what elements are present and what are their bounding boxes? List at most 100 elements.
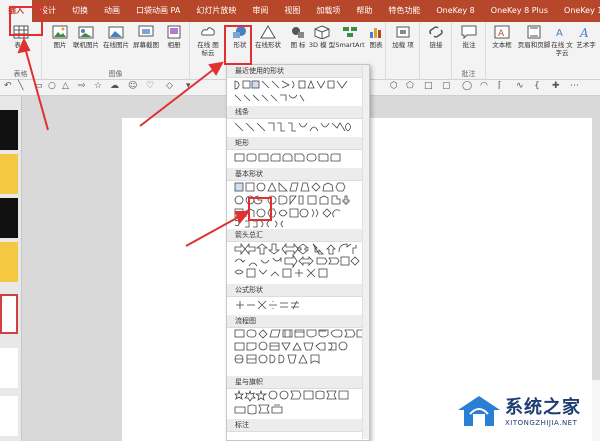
tab-view[interactable]: 视图 xyxy=(276,0,308,22)
cloud-icon[interactable]: ☁ xyxy=(110,81,119,91)
tab-pocket-animation[interactable]: 口袋动画 PA xyxy=(128,0,188,22)
addins-icon xyxy=(396,26,410,38)
flowchart-icon[interactable] xyxy=(233,328,364,376)
online-picture-button[interactable]: 联机图片 xyxy=(72,25,100,49)
chart-icon xyxy=(370,28,381,38)
section-callouts: 标注 xyxy=(227,419,369,432)
smile-icon[interactable]: ☺ xyxy=(128,81,137,91)
tab-help[interactable]: 帮助 xyxy=(348,0,380,22)
slide-thumbnail[interactable] xyxy=(0,154,18,194)
highlight-insert-tab xyxy=(9,6,43,36)
group-links: 链接 xyxy=(420,22,452,80)
bracket-icon[interactable]: ⌈ xyxy=(498,81,502,91)
undo-icon[interactable]: ↶ xyxy=(4,81,12,91)
slide-thumbnail[interactable] xyxy=(0,396,18,436)
arrow-icon[interactable]: ⇨ xyxy=(78,81,86,91)
online-shapes-button-label: 在线形状 xyxy=(255,41,281,49)
lines-icon[interactable] xyxy=(233,119,363,137)
online-picture2-button[interactable]: 在线图片 xyxy=(102,25,130,49)
pentagon-icon[interactable]: ⬠ xyxy=(406,81,414,91)
wordart-button-label: 艺术字 xyxy=(576,41,596,49)
tab-onekey8[interactable]: OneKey 8 xyxy=(428,0,482,22)
screenshot-button[interactable]: 屏幕截图 xyxy=(132,25,160,49)
online-icons-icon xyxy=(201,27,215,36)
equation-shapes-icon[interactable] xyxy=(233,297,363,315)
slide-thumbnail[interactable] xyxy=(0,198,18,238)
rounded-rect-icon[interactable]: ▢ xyxy=(442,81,451,91)
online-picture-icon xyxy=(78,26,94,39)
brace-icon[interactable]: { xyxy=(534,81,540,91)
more-icon[interactable]: ⋯ xyxy=(570,81,579,91)
group-text: A 文本框 页眉和页脚 A 在线 文字云 A 艺术字 xyxy=(486,22,600,80)
shape-line-icon[interactable]: ╲ xyxy=(18,81,23,91)
arc-icon[interactable]: ◠ xyxy=(480,81,488,91)
online-text-button-label: 在线 文字云 xyxy=(551,41,573,57)
header-footer-button-label: 页眉和页脚 xyxy=(517,41,551,49)
textbox-button[interactable]: A 文本框 xyxy=(488,25,516,49)
cube-icon xyxy=(314,25,330,39)
header-footer-button[interactable]: 页眉和页脚 xyxy=(516,25,552,49)
smartart-icon xyxy=(343,27,357,37)
online-icons-button[interactable]: 在线 图标云 xyxy=(194,25,222,57)
link-button[interactable]: 链接 xyxy=(422,25,450,49)
star-icon[interactable]: ☆ xyxy=(94,81,102,91)
comment-icon xyxy=(461,25,477,39)
square-icon[interactable]: □ xyxy=(424,81,433,91)
textbox-button-label: 文本框 xyxy=(492,41,512,49)
online-picture2-button-label: 在线图片 xyxy=(103,41,129,49)
tab-review[interactable]: 审阅 xyxy=(244,0,276,22)
stars-banners-icon[interactable] xyxy=(233,389,363,419)
shapes-panel-scrollbar[interactable] xyxy=(362,66,369,439)
addins-button[interactable]: 加载 项 xyxy=(389,25,417,49)
dropdown-icon[interactable]: ▾ xyxy=(186,81,191,91)
3d-model-button[interactable]: 3D 模 型 xyxy=(308,25,336,49)
tab-slideshow[interactable]: 幻灯片放映 xyxy=(188,0,244,22)
hexagon-icon[interactable]: ⬡ xyxy=(390,81,398,91)
section-stars-banners: 星与旗帜 xyxy=(227,376,369,389)
wordart-button[interactable]: A 艺术字 xyxy=(572,25,600,49)
slide-thumbnail[interactable] xyxy=(0,348,18,388)
section-recent-shapes: 最近使用的形状 xyxy=(227,65,369,78)
online-picture2-icon xyxy=(108,26,124,39)
text-cloud-icon: A xyxy=(556,28,563,39)
rectangles-icon[interactable] xyxy=(233,150,363,168)
highlight-shapes-button xyxy=(224,25,252,65)
stars-banners-row xyxy=(227,389,369,419)
watermark-brand: 系统之家 xyxy=(505,397,581,418)
link-icon xyxy=(429,26,443,38)
tab-onekey10[interactable]: OneKey 10 xyxy=(556,0,600,22)
textbox-icon: A xyxy=(494,25,510,39)
picture-button[interactable]: 图片 xyxy=(46,25,74,49)
recent-shapes-icon[interactable] xyxy=(233,78,363,106)
plus-icon[interactable]: ✚ xyxy=(552,81,560,91)
tab-animations[interactable]: 动画 xyxy=(96,0,128,22)
curve-icon[interactable]: ∿ xyxy=(516,81,524,91)
rect-icon[interactable]: ▭ xyxy=(34,81,43,91)
slide-thumbnail[interactable] xyxy=(0,110,18,150)
slide-thumbnail[interactable] xyxy=(0,242,18,282)
tab-onekey8plus[interactable]: OneKey 8 Plus xyxy=(483,0,556,22)
slide-thumbnail-selected[interactable] xyxy=(0,294,18,334)
ellipse-icon[interactable]: ◯ xyxy=(462,81,472,91)
album-button-label: 相册 xyxy=(167,41,181,49)
group-images: 图片 联机图片 在线图片 屏幕截图 相册 图像 xyxy=(42,22,190,80)
3d-model-button-label: 3D 模 型 xyxy=(308,41,336,49)
triangle-icon[interactable]: △ xyxy=(62,81,69,91)
flowchart-row xyxy=(227,328,369,376)
svg-text:A: A xyxy=(556,28,563,39)
smartart-button-label: SmartArt xyxy=(335,41,365,49)
tab-addins[interactable]: 加载项 xyxy=(308,0,348,22)
online-shapes-button[interactable]: 在线形状 xyxy=(254,25,282,49)
tab-transitions[interactable]: 切换 xyxy=(64,0,96,22)
comment-button[interactable]: 批注 xyxy=(455,25,483,49)
tab-features[interactable]: 特色功能 xyxy=(380,0,428,22)
block-arrows-row xyxy=(227,242,369,284)
house-logo-icon xyxy=(458,396,500,426)
block-arrows-icon[interactable] xyxy=(233,242,363,284)
section-equation-shapes: 公式形状 xyxy=(227,284,369,297)
album-button[interactable]: 相册 xyxy=(160,25,188,49)
wordart-icon: A xyxy=(579,26,589,39)
heart-icon[interactable]: ♡ xyxy=(146,81,154,91)
diamond-icon[interactable]: ◇ xyxy=(166,81,173,91)
circle-icon[interactable]: ○ xyxy=(48,81,56,91)
